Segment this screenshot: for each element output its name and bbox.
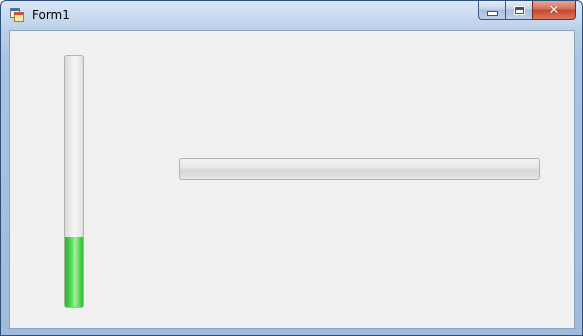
window-title: Form1 [32, 8, 70, 22]
caption-buttons: ✕ [478, 1, 576, 21]
application-window: Form1 ✕ [0, 0, 583, 336]
maximize-icon [513, 5, 525, 15]
close-icon: ✕ [548, 2, 560, 18]
app-icon[interactable] [10, 8, 24, 22]
vertical-progress-bar [64, 55, 84, 308]
minimize-icon [486, 10, 498, 16]
horizontal-progress-bar [179, 158, 540, 180]
form-client-area [9, 30, 575, 329]
close-button[interactable]: ✕ [532, 1, 576, 20]
vertical-progress-fill [65, 236, 83, 307]
maximize-button[interactable] [505, 1, 532, 20]
minimize-button[interactable] [478, 1, 505, 20]
title-bar[interactable]: Form1 ✕ [1, 1, 582, 29]
